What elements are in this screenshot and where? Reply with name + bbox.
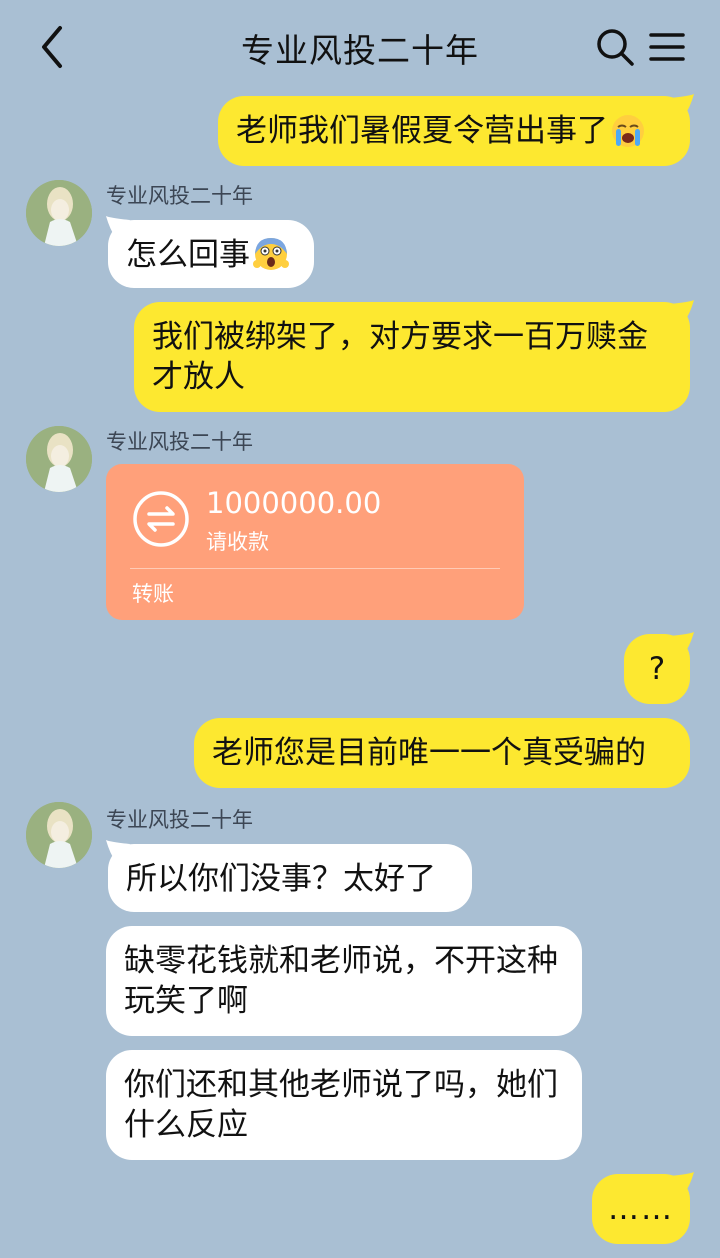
avatar-image (26, 180, 92, 246)
transfer-footer: 转账 (132, 582, 174, 606)
message-text: 老师我们暑假夏令营出事了 (236, 113, 608, 149)
sender-name: 专业风投二十年 (106, 430, 253, 454)
divider (130, 568, 500, 569)
transfer-icon (133, 491, 189, 547)
message-bubble-incoming[interactable]: 所以你们没事？太好了 (108, 844, 472, 912)
message-text: …… (608, 1191, 674, 1227)
message-bubble-incoming[interactable]: 缺零花钱就和老师说，不开这种玩笑了啊 (106, 926, 582, 1036)
message-bubble-outgoing[interactable]: 我们被绑架了，对方要求一百万赎金才放人 (134, 302, 690, 412)
face-screaming-in-fear-icon (253, 238, 289, 270)
sender-name: 专业风投二十年 (106, 184, 253, 208)
message-text: 怎么回事 (126, 237, 250, 273)
bubble-tail (670, 1172, 694, 1194)
transfer-amount: 1000000.00 (206, 486, 382, 520)
avatar[interactable] (26, 180, 92, 246)
message-text: ? (648, 651, 666, 687)
message-bubble-outgoing[interactable]: 老师您是目前唯一一个真受骗的 (194, 718, 690, 788)
loudly-crying-face-icon (612, 115, 644, 147)
message-text: 缺零花钱就和老师说，不开这种玩笑了啊 (124, 943, 558, 1019)
bubble-tail (670, 632, 694, 654)
message-text: 所以你们没事？太好了 (126, 861, 436, 897)
transfer-subtitle: 请收款 (206, 530, 269, 554)
message-text: 你们还和其他老师说了吗，她们什么反应 (124, 1067, 558, 1143)
message-bubble-incoming[interactable]: 你们还和其他老师说了吗，她们什么反应 (106, 1050, 582, 1160)
avatar-image (26, 802, 92, 868)
chat-header: 专业风投二十年 (0, 0, 720, 94)
search-icon[interactable] (594, 26, 636, 68)
message-text: 我们被绑架了，对方要求一百万赎金才放人 (152, 319, 648, 395)
bubble-tail (670, 94, 694, 116)
message-text: 老师您是目前唯一一个真受骗的 (212, 735, 646, 771)
avatar[interactable] (26, 802, 92, 868)
bubble-tail (106, 840, 130, 862)
avatar[interactable] (26, 426, 92, 492)
avatar-image (26, 426, 92, 492)
sender-name: 专业风投二十年 (106, 808, 253, 832)
message-bubble-incoming[interactable]: 怎么回事 (108, 220, 314, 288)
chat-title: 专业风投二十年 (241, 31, 479, 70)
message-bubble-outgoing[interactable]: 老师我们暑假夏令营出事了 (218, 96, 690, 166)
bubble-tail (106, 216, 130, 238)
menu-icon[interactable] (646, 26, 688, 68)
chevron-left-icon[interactable] (34, 22, 70, 72)
transfer-card[interactable]: 1000000.00 请收款 转账 (106, 464, 524, 620)
bubble-tail (670, 300, 694, 322)
